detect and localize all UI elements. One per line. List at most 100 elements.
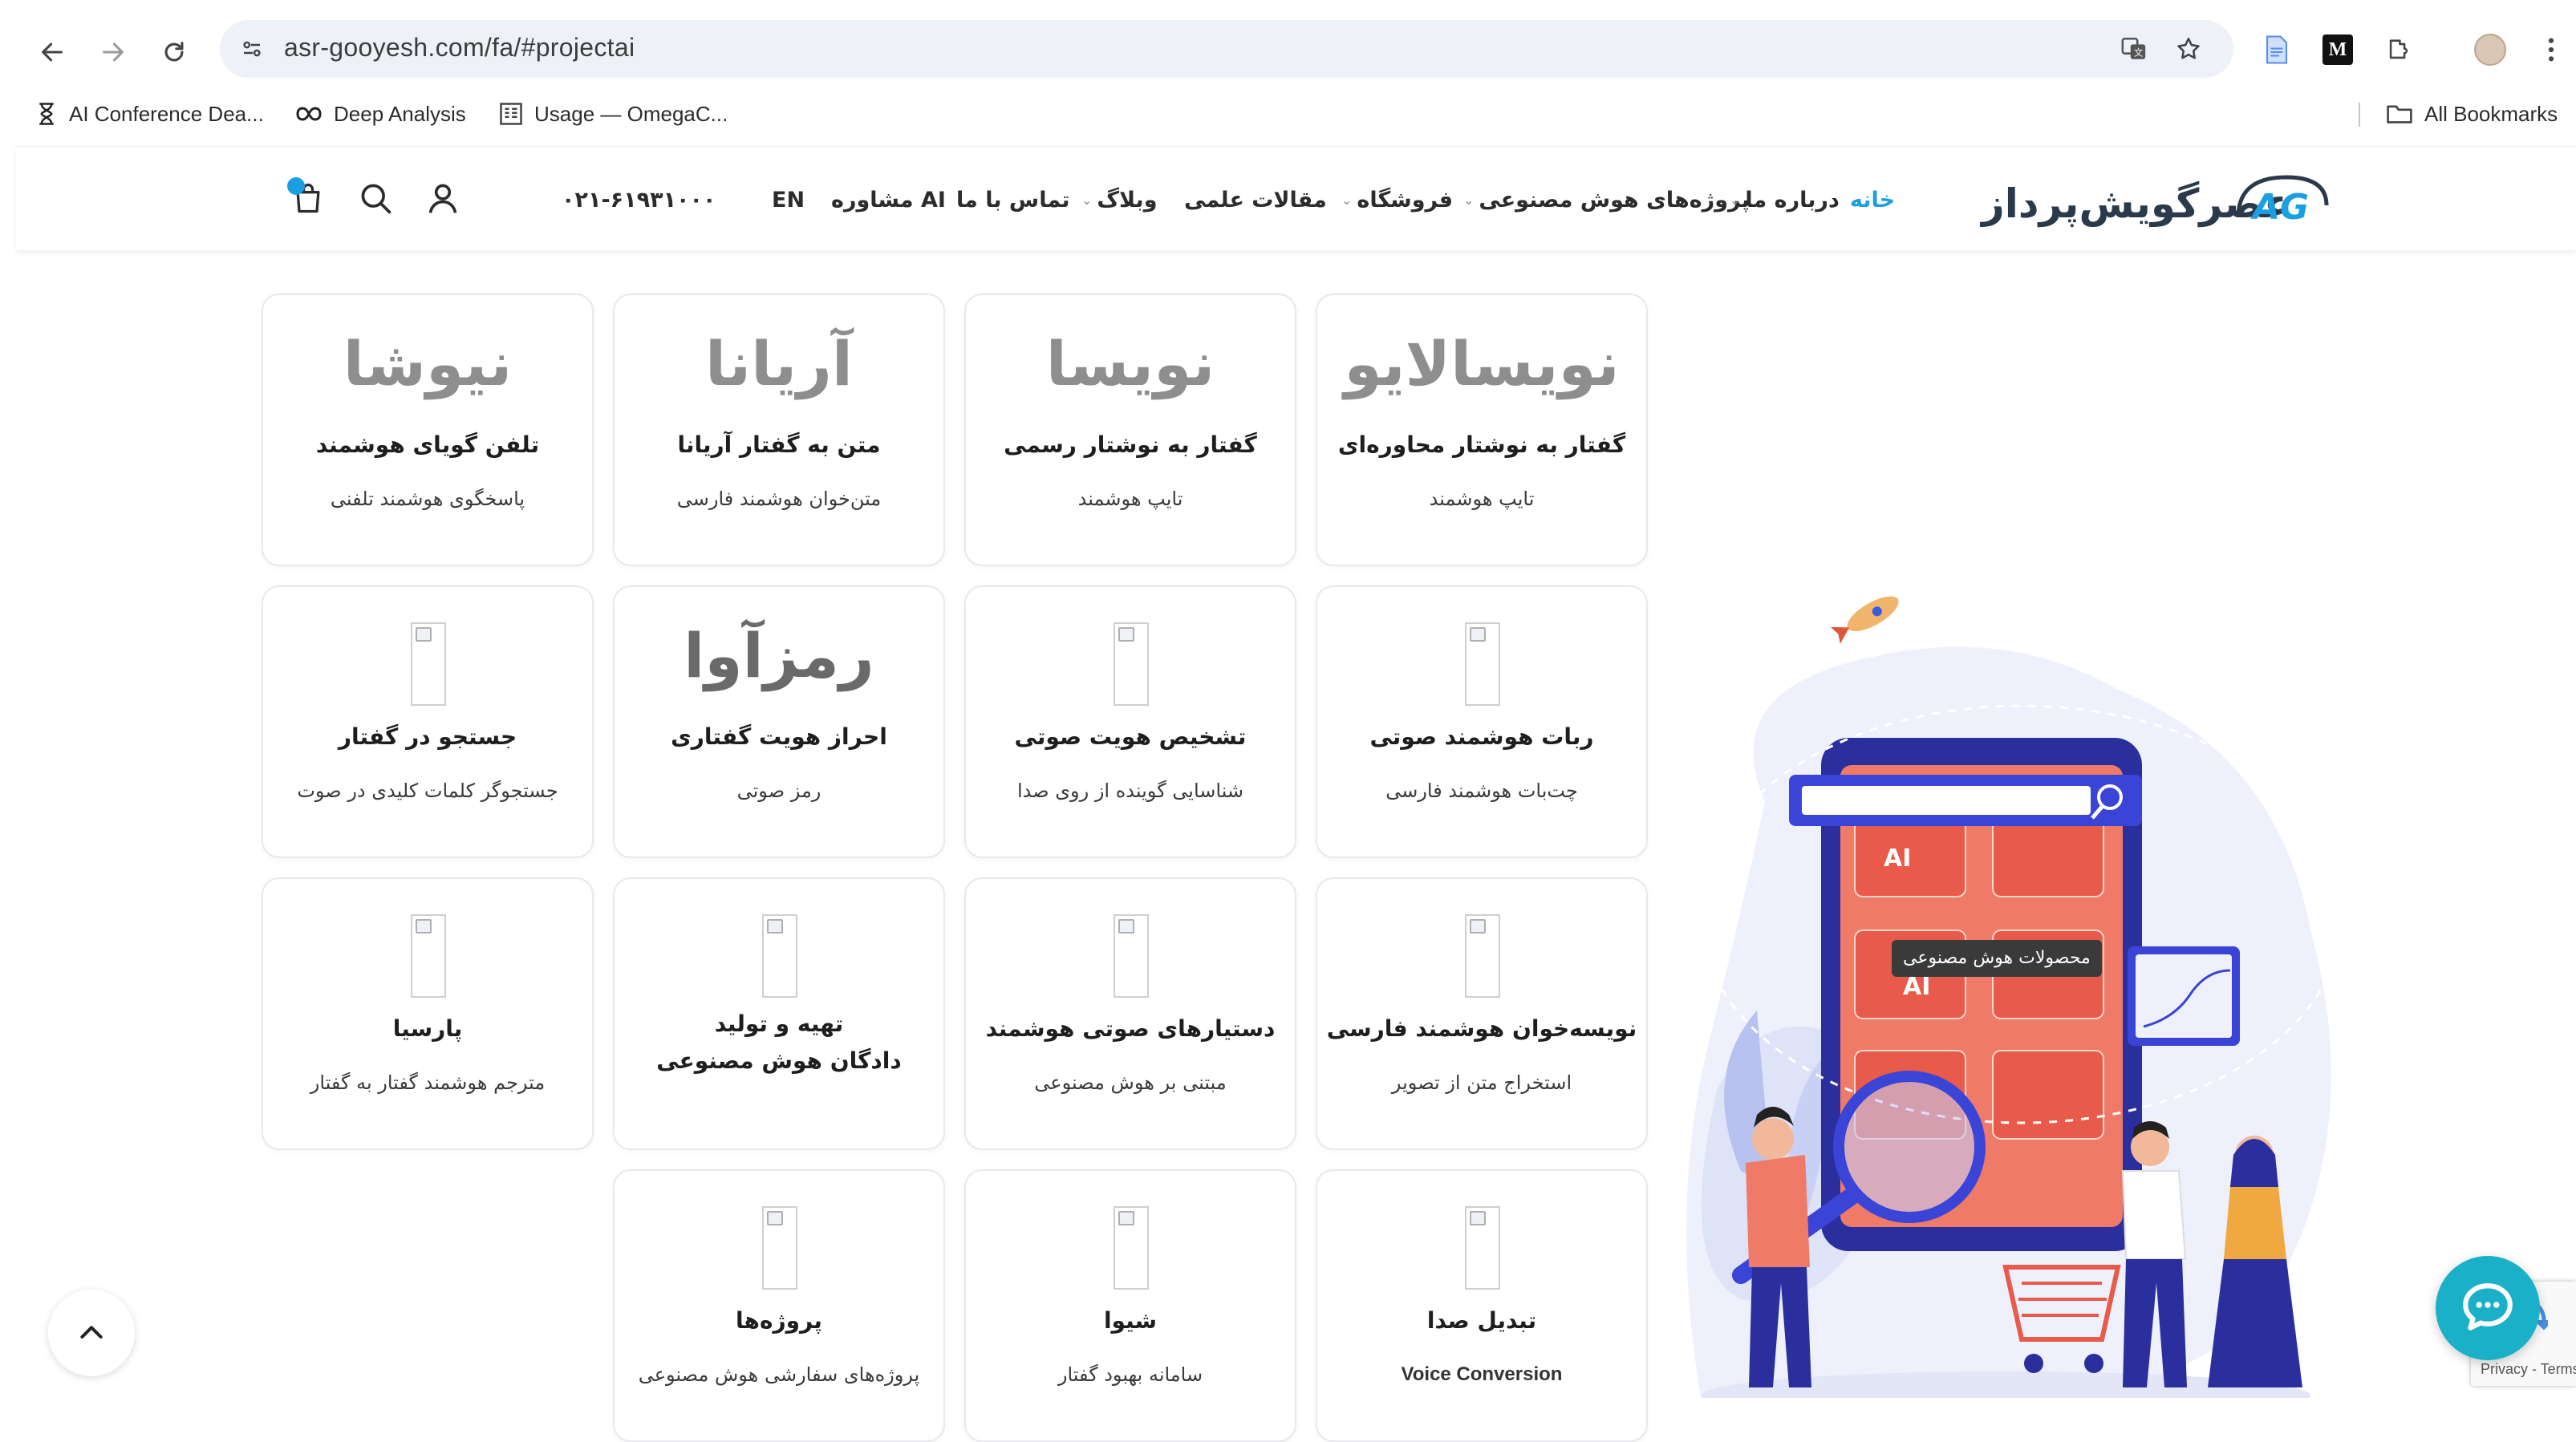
bookmark-item[interactable]: Deep Analysis [295, 96, 466, 132]
chevron-down-icon: ⌄ [1463, 192, 1475, 208]
cart-button[interactable] [286, 176, 331, 221]
nav-label: مقالات علمی [1184, 187, 1327, 213]
site-settings-icon[interactable] [233, 30, 271, 68]
product-card[interactable]: دستیارهای صوتی هوشمند مبتنی بر هوش مصنوع… [964, 877, 1296, 1150]
card-subtitle: تایپ هوشمند [1429, 488, 1535, 510]
brand-logo-text: نیوشا [343, 328, 513, 399]
bookmarks-bar: AI Conference Dea... Deep Analysis Usage… [0, 91, 2576, 136]
chevron-down-icon: ⌄ [1730, 192, 1741, 208]
url-text[interactable]: asr-gooyesh.com/fa/#projectai [284, 33, 635, 63]
product-card[interactable]: آریانا متن به گفتار آریانا متن‌خوان هوشم… [613, 294, 945, 566]
nav-item-home[interactable]: خانه [1850, 182, 1895, 217]
forward-button[interactable] [85, 24, 141, 80]
product-card[interactable]: نویسا گفتار به نوشتار رسمی تایپ هوشمند [964, 294, 1296, 566]
nav-item-ai-projects[interactable]: ⌄ پروژه‌های هوش مصنوعی [1463, 182, 1750, 217]
product-card[interactable]: پارسیا مترجم هوشمند گفتار به گفتار [262, 877, 594, 1150]
profile-avatar[interactable] [2471, 30, 2509, 69]
bookmark-star-icon[interactable] [2169, 30, 2208, 68]
svg-text:AI: AI [1903, 973, 1930, 1001]
nav-item-about[interactable]: ⌄ درباره ما [1730, 182, 1840, 217]
hover-tooltip: محصولات هوش مصنوعی [1892, 940, 2102, 977]
nav-item-articles[interactable]: مقالات علمی [1184, 182, 1327, 217]
card-subtitle: پروژه‌های سفارشی هوش مصنوعی [638, 1363, 920, 1386]
chevron-up-icon [80, 1326, 103, 1339]
nav-item-en[interactable]: EN [772, 182, 805, 217]
chevron-down-icon: ⌄ [1341, 192, 1353, 208]
card-title: نویسه‌خوان هوشمند فارسی [1326, 1015, 1637, 1042]
product-card[interactable]: شیوا سامانه بهبود گفتار [964, 1169, 1296, 1442]
site-header: ۰۲۱-۶۱۹۳۱۰۰۰ EN مشاوره AI تماس با ما ⌄ وب… [16, 146, 2576, 250]
broken-image-icon [1114, 1206, 1149, 1290]
logo-mark-icon: AG [2236, 175, 2329, 228]
nav-item-blog[interactable]: ⌄ وبلاگ [1081, 182, 1157, 217]
medium-extension-icon[interactable]: M [2318, 30, 2357, 69]
reload-icon [164, 42, 184, 62]
scroll-to-top-button[interactable] [48, 1290, 135, 1376]
search-icon [361, 184, 391, 214]
card-title: پارسیا [392, 1015, 463, 1042]
chrome-menu-icon[interactable] [2532, 30, 2570, 69]
nav-item-ai-consult[interactable]: مشاوره AI [831, 182, 946, 217]
phone-text: ۰۲۱-۶۱۹۳۱۰۰۰ [562, 187, 716, 213]
card-title: شیوا [1103, 1307, 1158, 1334]
phone-number[interactable]: ۰۲۱-۶۱۹۳۱۰۰۰ [562, 182, 716, 217]
card-subtitle: رمز صوتی [736, 780, 821, 802]
docs-extension-icon[interactable] [2258, 30, 2296, 69]
rocket-icon [1830, 596, 1899, 644]
nav-item-contact[interactable]: تماس با ما [956, 182, 1070, 217]
product-card[interactable]: تبدیل صدا Voice Conversion [1316, 1169, 1648, 1442]
product-card[interactable]: نیوشا تلفن گویای هوشمند پاسخگوی هوشمند ت… [262, 294, 594, 566]
product-card[interactable]: نویسالایو گفتار به نوشتار محاوره‌ای تایپ… [1316, 294, 1648, 566]
hourglass-icon [39, 103, 54, 125]
address-bar[interactable]: asr-gooyesh.com/fa/#projectai 文 [220, 20, 2233, 78]
card-subtitle: تایپ هوشمند [1077, 488, 1183, 510]
card-title: دستیارهای صوتی هوشمند [985, 1015, 1276, 1042]
all-bookmarks-button[interactable]: All Bookmarks [2386, 96, 2558, 132]
infinity-icon [296, 107, 322, 121]
card-subtitle: متن‌خوان هوشمند فارسی [676, 488, 882, 510]
product-card[interactable]: نویسه‌خوان هوشمند فارسی استخراج متن از ت… [1316, 877, 1648, 1150]
back-button[interactable] [24, 24, 80, 80]
card-title: جستجو در گفتار [338, 723, 517, 750]
account-button[interactable] [420, 176, 465, 221]
nav-item-shop[interactable]: ⌄ فروشگاه [1341, 182, 1453, 217]
broken-image-icon [411, 914, 446, 998]
brand-logo-text: نویسالایو [1344, 328, 1621, 399]
card-subtitle: جستجوگر کلمات کلیدی در صوت [297, 780, 558, 802]
product-card[interactable]: جستجو در گفتار جستجوگر کلمات کلیدی در صو… [262, 585, 594, 858]
card-title: تشخیص هویت صوتی [1014, 723, 1247, 750]
extensions-puzzle-icon[interactable] [2379, 30, 2418, 69]
brand-logo-text: رمزآوا [684, 620, 875, 691]
broken-image-icon [1465, 1206, 1500, 1290]
nav-label: تماس با ما [956, 187, 1070, 213]
card-title-line: تهیه و تولید [714, 1011, 844, 1037]
card-subtitle: سامانه بهبود گفتار [1057, 1363, 1203, 1386]
arrow-right-icon [103, 43, 124, 62]
svg-text:AI: AI [1884, 845, 1911, 873]
site-logo[interactable]: عصرگویش‌پرداز AG [1982, 166, 2335, 238]
card-title-line: دادگان هوش مصنوعی [656, 1047, 902, 1074]
brand-logo-text: نویسا [1045, 328, 1217, 399]
bookmark-item[interactable]: AI Conference Dea... [35, 96, 264, 132]
chat-widget-button[interactable] [2436, 1256, 2540, 1360]
reload-button[interactable] [146, 24, 202, 80]
card-subtitle: شناسایی گوینده از روی صدا [1016, 780, 1244, 802]
product-card[interactable]: تشخیص هویت صوتی شناسایی گوینده از روی صد… [964, 585, 1296, 858]
broken-image-icon [762, 1206, 797, 1290]
cart-badge [287, 177, 305, 195]
browser-toolbar: asr-gooyesh.com/fa/#projectai 文 M [0, 0, 2576, 96]
product-card[interactable]: پروژه‌ها پروژه‌های سفارشی هوش مصنوعی [613, 1169, 945, 1442]
translate-icon[interactable]: 文 [2115, 30, 2153, 68]
broken-image-icon [411, 622, 446, 706]
product-card[interactable]: تهیه و تولید دادگان هوش مصنوعی [613, 877, 945, 1150]
broken-image-icon [1465, 622, 1500, 706]
recaptcha-text[interactable]: Privacy - Terms [2481, 1361, 2576, 1378]
bookmark-item[interactable]: Usage — OmegaC... [499, 96, 728, 132]
product-card[interactable]: ربات هوشمند صوتی چت‌بات هوشمند فارسی [1316, 585, 1648, 858]
product-card[interactable]: رمزآوا احراز هویت گفتاری رمز صوتی [613, 585, 945, 858]
nav-label: خانه [1850, 187, 1896, 213]
search-button[interactable] [353, 176, 398, 221]
document-icon [500, 103, 522, 125]
card-subtitle: چت‌بات هوشمند فارسی [1385, 780, 1578, 802]
broken-image-icon [1465, 914, 1500, 998]
